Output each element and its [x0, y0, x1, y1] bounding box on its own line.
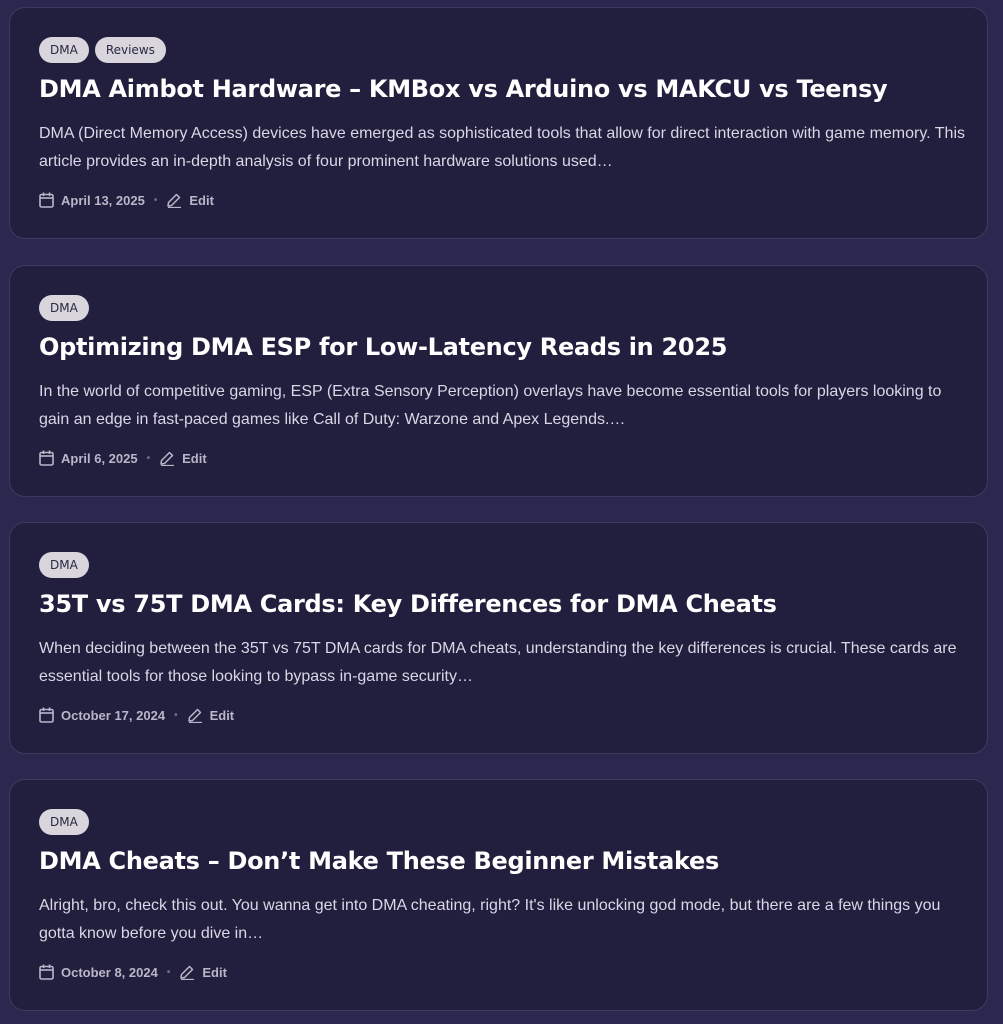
tag-list: DMA	[39, 809, 89, 835]
post-excerpt: DMA (Direct Memory Access) devices have …	[39, 125, 965, 170]
post-card: DMA DMA Cheats – Don’t Make These Beginn…	[9, 779, 988, 1011]
post-card: DMA 35T vs 75T DMA Cards: Key Difference…	[9, 522, 988, 754]
calendar-icon	[39, 707, 54, 723]
meta-separator: •	[174, 709, 178, 721]
meta-separator: •	[153, 194, 158, 206]
calendar-icon	[39, 964, 54, 980]
tag-reviews[interactable]: Reviews	[94, 37, 166, 63]
pencil-icon	[187, 707, 203, 723]
edit-label: Edit	[182, 450, 207, 466]
post-date: October 8, 2024	[61, 964, 158, 980]
post-meta: April 6, 2025 • Edit	[39, 450, 207, 466]
calendar-icon	[39, 450, 54, 466]
edit-label: Edit	[209, 707, 235, 723]
edit-link[interactable]: Edit	[179, 964, 227, 980]
post-excerpt: When deciding between the 35T vs 75T DMA…	[39, 640, 957, 685]
edit-label: Edit	[202, 964, 227, 980]
tag-list: DMA Reviews	[39, 37, 166, 63]
post-title[interactable]: 35T vs 75T DMA Cards: Key Differences fo…	[39, 590, 777, 618]
post-date: October 17, 2024	[61, 707, 166, 723]
post-title[interactable]: Optimizing DMA ESP for Low-Latency Reads…	[39, 333, 727, 361]
tag-dma[interactable]: DMA	[39, 295, 89, 321]
calendar-icon	[39, 192, 54, 208]
meta-separator: •	[166, 966, 171, 978]
tag-dma[interactable]: DMA	[39, 552, 89, 578]
post-excerpt: In the world of competitive gaming, ESP …	[39, 383, 942, 428]
edit-link[interactable]: Edit	[187, 707, 235, 723]
post-date: April 6, 2025	[61, 450, 138, 466]
post-meta: October 17, 2024 • Edit	[39, 707, 234, 723]
tag-list: DMA	[39, 552, 89, 578]
post-date: April 13, 2025	[61, 192, 145, 208]
pencil-icon	[166, 192, 182, 208]
edit-label: Edit	[189, 192, 214, 208]
post-excerpt: Alright, bro, check this out. You wanna …	[39, 897, 941, 942]
edit-link[interactable]: Edit	[166, 192, 214, 208]
tag-list: DMA	[39, 295, 89, 321]
tag-dma[interactable]: DMA	[39, 37, 89, 63]
post-meta: October 8, 2024 • Edit	[39, 964, 227, 980]
post-title[interactable]: DMA Cheats – Don’t Make These Beginner M…	[39, 847, 719, 875]
edit-link[interactable]: Edit	[159, 450, 207, 466]
tag-dma[interactable]: DMA	[39, 809, 89, 835]
post-card: DMA Reviews DMA Aimbot Hardware – KMBox …	[9, 7, 988, 239]
meta-separator: •	[146, 452, 151, 464]
pencil-icon	[159, 450, 175, 466]
post-card: DMA Optimizing DMA ESP for Low-Latency R…	[9, 265, 988, 497]
pencil-icon	[179, 964, 195, 980]
post-title[interactable]: DMA Aimbot Hardware – KMBox vs Arduino v…	[39, 75, 888, 103]
post-meta: April 13, 2025 • Edit	[39, 192, 214, 208]
